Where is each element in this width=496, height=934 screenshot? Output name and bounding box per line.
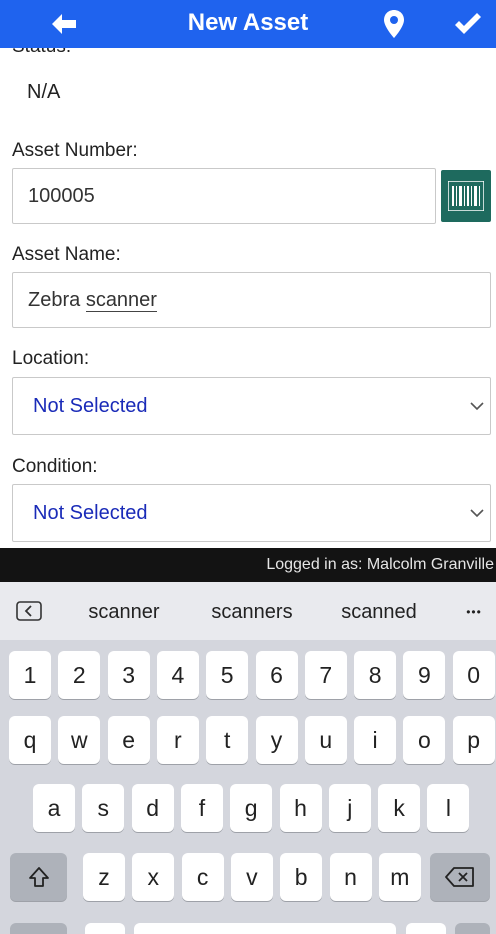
letter-bottom-key-3[interactable]: v <box>230 853 273 901</box>
asset-number-field[interactable]: 100005 <box>12 168 436 224</box>
letter-bottom-key-1[interactable]: x <box>132 853 175 901</box>
letter-bottom-key-0[interactable]: z <box>83 853 125 901</box>
letter-mid-key-2[interactable]: d <box>131 784 174 832</box>
letter-top-key-9[interactable]: p <box>452 716 495 764</box>
letter-top-key-5[interactable]: y <box>255 716 298 764</box>
location-select[interactable]: Not Selected <box>12 377 491 435</box>
chevron-down-icon <box>470 378 484 434</box>
suggestion-back-icon[interactable] <box>16 601 42 626</box>
letter-mid-key-5[interactable]: h <box>279 784 322 832</box>
letter-top-key-6[interactable]: u <box>304 716 347 764</box>
back-button[interactable] <box>34 0 94 48</box>
chevron-down-icon <box>470 485 484 541</box>
number-key-3[interactable]: 4 <box>156 651 199 699</box>
period-key[interactable] <box>406 923 446 934</box>
emoji-key[interactable] <box>85 923 125 934</box>
condition-value: Not Selected <box>33 502 148 524</box>
letter-bottom-key-2[interactable]: c <box>181 853 224 901</box>
scan-barcode-button[interactable] <box>441 170 491 222</box>
letter-top-key-0[interactable]: q <box>9 716 51 764</box>
asset-number-label: Asset Number: <box>12 140 138 161</box>
asset-name-value-word: scanner <box>85 289 157 312</box>
letter-top-key-2[interactable]: e <box>107 716 150 764</box>
letter-mid-key-0[interactable]: a <box>33 784 75 832</box>
letter-top-key-4[interactable]: t <box>206 716 249 764</box>
number-key-9[interactable]: 0 <box>452 651 495 699</box>
location-pin-button[interactable] <box>364 0 424 48</box>
letter-top-key-7[interactable]: i <box>354 716 397 764</box>
number-key-2[interactable]: 3 <box>107 651 150 699</box>
number-key-1[interactable]: 2 <box>58 651 101 699</box>
letter-bottom-key-4[interactable]: b <box>280 853 323 901</box>
letter-mid-key-3[interactable]: f <box>180 784 223 832</box>
letter-top-key-8[interactable]: o <box>403 716 446 764</box>
return-key[interactable] <box>455 923 490 934</box>
backspace-key[interactable] <box>430 853 490 901</box>
number-key-8[interactable]: 9 <box>403 651 446 699</box>
letter-bottom-key-6[interactable]: m <box>378 853 421 901</box>
letter-mid-key-6[interactable]: j <box>328 784 371 832</box>
more-suggestions-button[interactable]: ••• <box>455 582 493 640</box>
number-key-5[interactable]: 6 <box>255 651 298 699</box>
letter-mid-key-1[interactable]: s <box>82 784 125 832</box>
space-key[interactable] <box>134 923 396 934</box>
condition-label: Condition: <box>12 456 98 477</box>
letter-top-key-1[interactable]: w <box>58 716 101 764</box>
map-pin-icon <box>384 10 404 38</box>
number-key-0[interactable]: 1 <box>9 651 51 699</box>
shift-key[interactable] <box>10 853 67 901</box>
letter-mid-key-7[interactable]: k <box>378 784 421 832</box>
suggestion-2[interactable]: scanners <box>196 582 308 640</box>
asset-form: Status: N/A Asset Number: 100005 Asset N… <box>0 48 496 548</box>
check-icon <box>455 13 481 34</box>
condition-select[interactable]: Not Selected <box>12 484 491 542</box>
logged-in-bar: Logged in as: Malcolm Granville <box>0 548 496 582</box>
number-key-4[interactable]: 5 <box>206 651 249 699</box>
suggestion-1[interactable]: scanner <box>68 582 180 640</box>
letter-mid-key-8[interactable]: l <box>427 784 470 832</box>
symbols-key[interactable] <box>10 923 67 934</box>
asset-name-value-prefix: Zebra <box>28 289 86 311</box>
letter-bottom-key-5[interactable]: n <box>329 853 372 901</box>
location-value: Not Selected <box>33 395 148 417</box>
number-key-7[interactable]: 8 <box>354 651 397 699</box>
letter-top-key-3[interactable]: r <box>156 716 199 764</box>
location-label: Location: <box>12 348 90 369</box>
status-label: Status: <box>12 48 71 58</box>
app-header: New Asset <box>0 0 496 48</box>
letter-mid-key-4[interactable]: g <box>230 784 273 832</box>
number-key-6[interactable]: 7 <box>304 651 347 699</box>
suggestion-3[interactable]: scanned <box>323 582 435 640</box>
asset-name-label: Asset Name: <box>12 244 121 265</box>
onscreen-keyboard: scanner scanners scanned ••• 1234567890 … <box>0 582 496 934</box>
backspace-icon <box>445 867 474 887</box>
barcode-icon <box>448 181 484 211</box>
status-value: N/A <box>27 81 61 103</box>
back-arrow-icon <box>52 14 76 34</box>
shift-icon <box>28 867 49 887</box>
asset-name-field[interactable]: Zebra scanner <box>12 272 491 328</box>
suggestion-bar: scanner scanners scanned ••• <box>0 582 496 640</box>
save-button[interactable] <box>438 0 496 48</box>
